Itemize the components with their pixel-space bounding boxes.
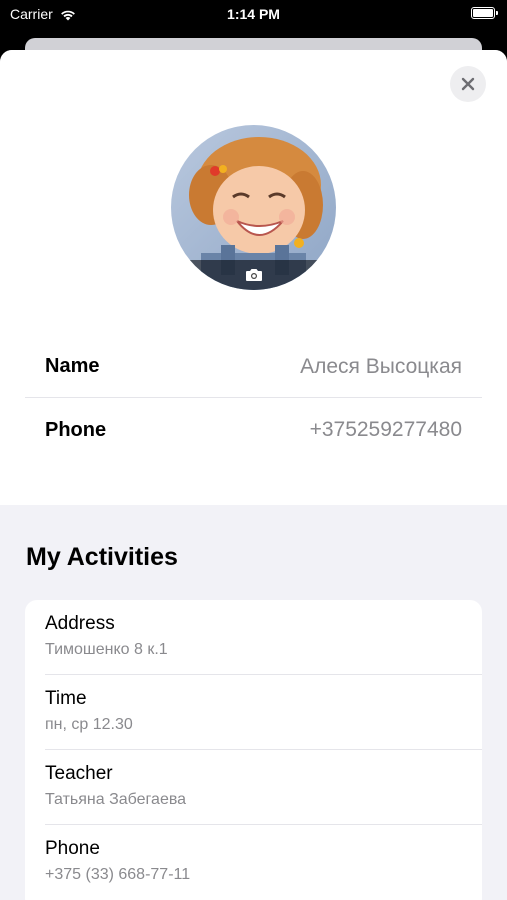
- avatar[interactable]: [171, 125, 336, 290]
- activity-label: Teacher: [45, 763, 113, 784]
- activity-label: Phone: [45, 838, 100, 859]
- change-photo-bar[interactable]: [171, 260, 336, 290]
- list-item-teacher[interactable]: Teacher Татьяна Забегаева: [25, 750, 482, 825]
- list-item-phone[interactable]: Phone +375 (33) 668-77-11: [25, 825, 482, 900]
- activity-value: +375 (33) 668-77-11: [45, 866, 191, 883]
- close-icon: [461, 77, 475, 91]
- activity-label: Time: [45, 688, 87, 709]
- activity-value: пн, ср 12.30: [45, 716, 133, 733]
- list-item-time[interactable]: Time пн, ср 12.30: [25, 675, 482, 750]
- phone-value[interactable]: +375259277480: [310, 418, 462, 442]
- activity-label: Address: [45, 613, 115, 634]
- name-label: Name: [45, 355, 100, 377]
- phone-row: Phone +375259277480: [25, 399, 482, 461]
- list-item-address[interactable]: Address Тимошенко 8 к.1: [25, 600, 482, 675]
- activities-title: My Activities: [26, 543, 178, 571]
- status-bar: Carrier 1:14 PM: [0, 0, 507, 30]
- profile-sheet: Name Алеся Высоцкая Phone +375259277480 …: [0, 50, 507, 900]
- activities-list: Address Тимошенко 8 к.1 Time пн, ср 12.3…: [25, 600, 482, 900]
- activity-value: Татьяна Забегаева: [45, 791, 187, 808]
- status-time: 1:14 PM: [227, 6, 280, 22]
- activity-value: Тимошенко 8 к.1: [45, 641, 168, 658]
- close-button[interactable]: [450, 66, 486, 102]
- battery-icon: [471, 7, 498, 19]
- name-row: Name Алеся Высоцкая: [25, 336, 482, 398]
- name-value[interactable]: Алеся Высоцкая: [300, 355, 462, 379]
- phone-label: Phone: [45, 418, 107, 441]
- camera-icon: [245, 269, 262, 281]
